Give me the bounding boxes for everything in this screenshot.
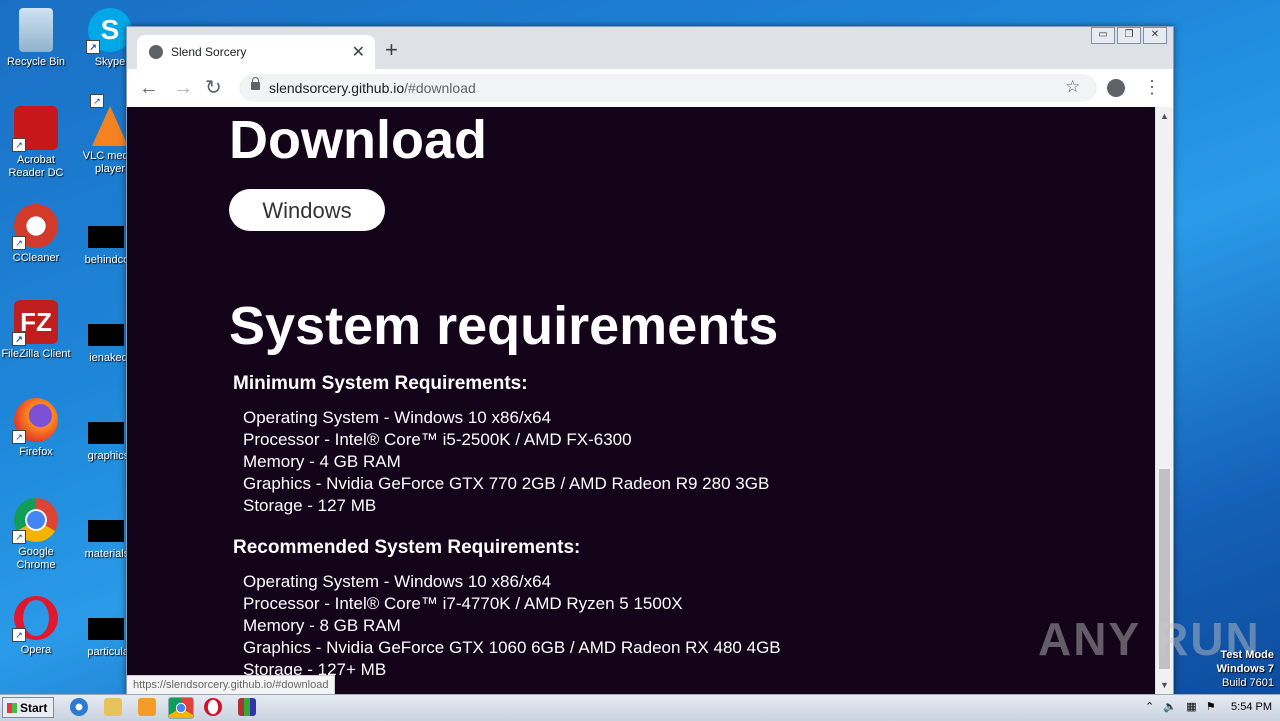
list-item: Processor - Intel® Core™ i5-2500K / AMD …: [243, 430, 632, 449]
shortcut-arrow-icon: ↗: [12, 628, 26, 642]
list-item: Operating System - Windows 10 x86/x64: [243, 572, 552, 591]
download-heading: Download: [229, 110, 487, 170]
start-button[interactable]: Start: [2, 697, 54, 718]
shortcut-arrow-icon: ↗: [12, 332, 26, 346]
close-window-button[interactable]: ✕: [1143, 27, 1167, 44]
scroll-down-arrow-icon[interactable]: ▼: [1160, 680, 1169, 690]
redacted-icon: [88, 324, 124, 346]
list-item: Graphics - Nvidia GeForce GTX 770 2GB / …: [243, 474, 770, 493]
ie-taskbar-icon[interactable]: [70, 698, 88, 716]
system-tray: ⌃ 🔈 ▦ ⚑ 5:54 PM: [1145, 700, 1272, 713]
list-item: Storage - 127 MB: [243, 496, 377, 515]
windows-download-button[interactable]: Windows: [229, 189, 385, 231]
start-label: Start: [20, 701, 48, 715]
taskbar: Start ⌃ 🔈 ▦ ⚑ 5:54 PM: [0, 694, 1280, 721]
desktop-icon-label: FileZilla Client: [1, 348, 71, 360]
shortcut-arrow-icon: ↗: [90, 94, 104, 108]
media-player-taskbar-icon[interactable]: [138, 698, 156, 716]
acrobat-icon: ↗: [12, 106, 58, 152]
os-label: Windows 7: [1216, 663, 1274, 675]
bookmark-star-icon[interactable]: ☆: [1065, 77, 1080, 97]
desktop-icon-label: Acrobat Reader DC: [8, 154, 64, 179]
desktop-icon-label: Recycle Bin: [6, 56, 66, 68]
firefox-icon: ↗: [12, 398, 58, 444]
desktop-icon-label: Google Chrome: [16, 546, 56, 571]
tab-title: Slend Sorcery: [171, 45, 247, 59]
list-item: Operating System - Windows 10 x86/x64: [243, 408, 552, 427]
network-icon[interactable]: ▦: [1186, 701, 1196, 713]
filezilla-icon: FZ ↗: [12, 300, 58, 346]
minimize-button[interactable]: ▭: [1091, 27, 1115, 44]
url-text: slendsorcery.github.io/#download: [269, 80, 476, 96]
desktop-icon-label: Firefox: [19, 446, 53, 458]
build-label: Build 7601: [1222, 677, 1274, 689]
chrome-taskbar-icon[interactable]: [168, 697, 194, 719]
vlc-icon: ↗: [90, 94, 128, 146]
shortcut-arrow-icon: ↗: [12, 530, 26, 544]
recommended-requirements-title: Recommended System Requirements:: [233, 537, 581, 558]
redacted-icon: [88, 422, 124, 444]
redacted-icon: [88, 618, 124, 640]
url-path: /#download: [404, 80, 476, 96]
ccleaner-icon: ↗: [12, 204, 58, 250]
opera-taskbar-icon[interactable]: [204, 698, 222, 716]
address-bar[interactable]: slendsorcery.github.io/#download: [239, 74, 1097, 102]
shortcut-arrow-icon: ↗: [12, 236, 26, 250]
recommended-requirements-list: Operating System - Windows 10 x86/x64 Pr…: [243, 571, 781, 681]
globe-icon: [149, 45, 163, 59]
test-mode-label: Test Mode: [1220, 649, 1274, 661]
desktop-icon-label: CCleaner: [12, 252, 60, 264]
link-status-bubble: https://slendsorcery.github.io/#download: [127, 675, 336, 694]
desktop-icon-acrobat[interactable]: ↗ Acrobat Reader DC: [0, 106, 72, 180]
desktop-icon-firefox[interactable]: ↗ Firefox: [0, 398, 72, 459]
reload-button[interactable]: ↻: [205, 76, 222, 100]
browser-window: ▭ ❐ ✕ Slend Sorcery ✕ + ← → ↻ slendsorce…: [126, 26, 1174, 696]
list-item: Graphics - Nvidia GeForce GTX 1060 6GB /…: [243, 638, 781, 657]
browser-tab[interactable]: Slend Sorcery ✕: [137, 35, 375, 69]
redacted-icon: [88, 520, 124, 542]
system-requirements-heading: System requirements: [229, 296, 779, 356]
account-icon[interactable]: [1107, 79, 1125, 97]
minimum-requirements-list: Operating System - Windows 10 x86/x64 Pr…: [243, 407, 769, 517]
restore-button[interactable]: ❐: [1117, 27, 1141, 44]
chrome-icon: ↗: [12, 498, 58, 544]
tray-expand-icon[interactable]: ⌃: [1145, 701, 1154, 713]
desktop-icon-label: Opera: [20, 644, 52, 656]
browser-toolbar: ← → ↻ slendsorcery.github.io/#download ☆…: [127, 69, 1173, 107]
desktop-icon-opera[interactable]: ↗ Opera: [0, 596, 72, 657]
minimum-requirements-title: Minimum System Requirements:: [233, 373, 528, 394]
desktop-icon-ccleaner[interactable]: ↗ CCleaner: [0, 204, 72, 265]
desktop-icon-chrome[interactable]: ↗ Google Chrome: [0, 498, 72, 572]
new-tab-button[interactable]: +: [385, 38, 398, 62]
list-item: Memory - 4 GB RAM: [243, 452, 401, 471]
windows-flag-icon: [7, 703, 17, 713]
forward-button[interactable]: →: [173, 76, 193, 100]
desktop-icon-recycle-bin[interactable]: Recycle Bin: [0, 8, 72, 69]
list-item: Memory - 8 GB RAM: [243, 616, 401, 635]
page-content: Download Windows System requirements Min…: [127, 107, 1155, 694]
page-scrollbar[interactable]: ▲ ▼: [1156, 107, 1173, 694]
explorer-taskbar-icon[interactable]: [104, 698, 122, 716]
back-button[interactable]: ←: [139, 76, 159, 100]
scroll-up-arrow-icon[interactable]: ▲: [1160, 111, 1169, 121]
test-mode-notice: Test Mode Windows 7 Build 7601: [1217, 648, 1274, 690]
clock[interactable]: 5:54 PM: [1231, 701, 1272, 713]
menu-kebab-icon[interactable]: ⋮: [1143, 77, 1161, 97]
lock-icon: [251, 77, 260, 90]
volume-icon[interactable]: 🔈: [1163, 701, 1177, 713]
shortcut-arrow-icon: ↗: [86, 40, 100, 54]
opera-icon: ↗: [12, 596, 58, 642]
url-host: slendsorcery.github.io: [269, 80, 405, 96]
winrar-taskbar-icon[interactable]: [238, 698, 256, 716]
action-center-flag-icon[interactable]: ⚑: [1206, 701, 1216, 713]
window-controls: ▭ ❐ ✕: [1091, 27, 1167, 44]
redacted-icon: [88, 226, 124, 248]
list-item: Processor - Intel® Core™ i7-4770K / AMD …: [243, 594, 683, 613]
shortcut-arrow-icon: ↗: [12, 138, 26, 152]
shortcut-arrow-icon: ↗: [12, 430, 26, 444]
desktop-icon-filezilla[interactable]: FZ ↗ FileZilla Client: [0, 300, 72, 361]
close-tab-icon[interactable]: ✕: [352, 42, 365, 62]
recycle-bin-icon: [19, 8, 53, 52]
